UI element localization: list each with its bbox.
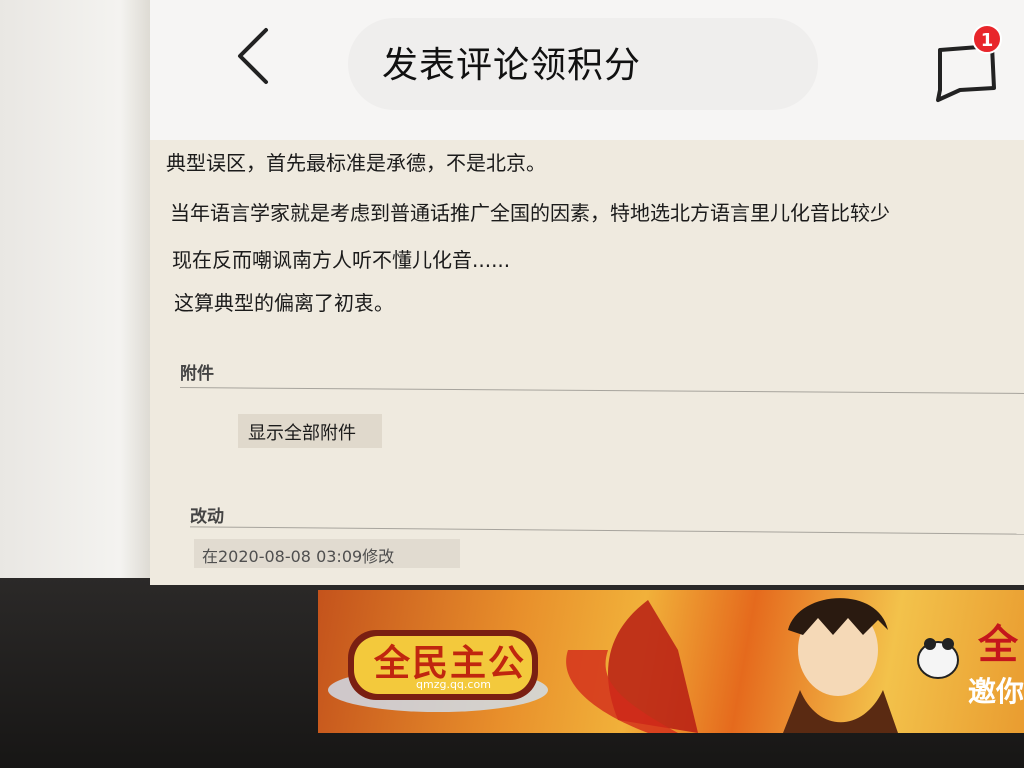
post-line: 当年语言学家就是考虑到普通话推广全国的因素，特地选北方语言里儿化音比较少 [170,201,890,225]
page-title: 发表评论领积分 [382,45,642,86]
chevron-left-icon [238,28,268,84]
attachments-label: 附件 [180,364,214,384]
app-screen: 发表评论领积分 1 典型误区，首先最标准是承德，不是北京。 当年语言学家就是考虑… [150,0,1024,585]
changes-divider [190,526,1024,535]
notification-badge: 1 [972,24,1002,54]
ad-side-text-bottom: 邀你 [968,675,1024,708]
post-line: 现在反而嘲讽南方人听不懂儿化音...... [172,248,511,272]
changes-label: 改动 [190,507,224,527]
post-line: 这算典型的偏离了初衷。 [174,291,394,315]
ad-logo-url: qmzg.qq.com [416,678,491,691]
modified-timestamp: 在2020-08-08 03:09修改 [194,539,460,568]
attachments-divider [180,387,1024,394]
back-button[interactable] [230,26,280,86]
game-ad-banner[interactable]: 全民主公 qmzg.qq.com 全 邀你 [318,590,1024,733]
monitor-bezel-left [0,0,150,580]
post-line: 典型误区，首先最标准是承德，不是北京。 [166,151,546,175]
top-nav-bar: 发表评论领积分 1 [150,0,1024,140]
show-all-attachments-button[interactable]: 显示全部附件 [238,414,382,448]
ad-side-text-top: 全 [978,622,1018,668]
